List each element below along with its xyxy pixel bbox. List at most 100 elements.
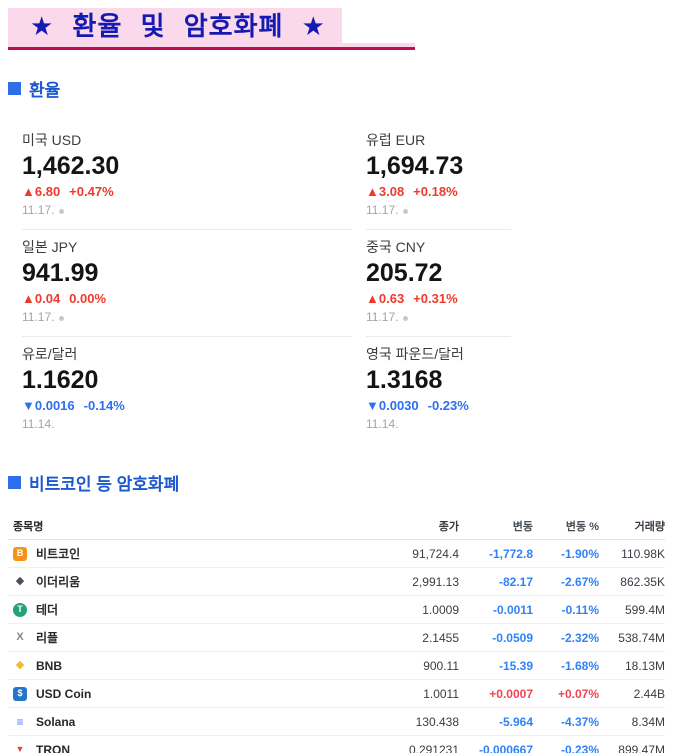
fx-change-pct: 0.00% bbox=[69, 291, 107, 306]
ethereum-icon bbox=[13, 575, 27, 589]
fx-date: 11.17. bbox=[366, 203, 511, 218]
crypto-row-xrp[interactable]: 리플 2.1455 -0.0509 -2.32% 538.74M bbox=[8, 624, 665, 652]
solana-icon bbox=[13, 715, 27, 729]
crypto-volume: 110.98K bbox=[621, 546, 665, 561]
fx-change-diff: ▲3.08 bbox=[366, 184, 405, 199]
tron-icon bbox=[13, 743, 27, 753]
fx-change: ▼0.0030 -0.23% bbox=[366, 397, 511, 414]
crypto-change: -0.0011 bbox=[492, 602, 533, 617]
crypto-volume: 8.34M bbox=[631, 714, 665, 729]
blue-square-icon bbox=[8, 476, 21, 489]
crypto-name: TRON bbox=[36, 742, 70, 753]
xrp-icon bbox=[13, 631, 27, 645]
usdc-icon bbox=[13, 686, 27, 701]
crypto-change: -1,772.8 bbox=[488, 546, 533, 561]
fx-change-pct: -0.23% bbox=[427, 398, 469, 413]
blue-square-icon bbox=[8, 82, 21, 95]
fx-pair-name: 유로/달러 bbox=[22, 346, 78, 362]
crypto-row-solana[interactable]: Solana 130.438 -5.964 -4.37% 8.34M bbox=[8, 708, 665, 736]
crypto-change-pct: -4.37% bbox=[560, 714, 599, 729]
crypto-change-pct: -2.32% bbox=[560, 630, 599, 645]
crypto-table-header: 종목명 종가 변동 변동 % 거래량 bbox=[8, 513, 665, 540]
fx-pair-name: 중국 CNY bbox=[366, 239, 426, 255]
fx-change: ▲0.04 0.00% bbox=[22, 290, 352, 307]
fx-change-diff: ▼0.0030 bbox=[366, 398, 419, 413]
fx-change-pct: -0.14% bbox=[83, 398, 125, 413]
fx-quote-cny[interactable]: 중국 CNY 205.72 ▲0.63 +0.31% 11.17. bbox=[366, 229, 511, 336]
crypto-volume: 599.4M bbox=[624, 602, 665, 617]
fx-quote-eur[interactable]: 유럽 EUR 1,694.73 ▲3.08 +0.18% 11.17. bbox=[366, 123, 511, 229]
crypto-volume: 18.13M bbox=[624, 658, 665, 673]
crypto-name: 테더 bbox=[36, 603, 59, 617]
crypto-row-bitcoin[interactable]: 비트코인 91,724.4 -1,772.8 -1.90% 110.98K bbox=[8, 540, 665, 568]
market-status-dot-icon bbox=[59, 209, 65, 214]
crypto-row-bnb[interactable]: BNB 900.11 -15.39 -1.68% 18.13M bbox=[8, 652, 665, 680]
crypto-close: 1.0009 bbox=[422, 602, 459, 617]
crypto-change: -0.0509 bbox=[492, 630, 533, 645]
fx-quote-jpy[interactable]: 일본 JPY 941.99 ▲0.04 0.00% 11.17. bbox=[22, 229, 352, 336]
crypto-name: 이더리움 bbox=[36, 575, 81, 589]
crypto-change: -5.964 bbox=[498, 714, 533, 729]
crypto-volume: 2.44B bbox=[633, 686, 665, 701]
fx-change-pct: +0.18% bbox=[413, 184, 458, 199]
crypto-row-usdcoin[interactable]: USD Coin 1.0011 +0.0007 +0.07% 2.44B bbox=[8, 680, 665, 708]
crypto-section-title: 비트코인 등 암호화폐 bbox=[8, 470, 673, 495]
page-title: ★ 환율 및 암호화폐 ★ bbox=[8, 8, 342, 43]
page: ★ 환율 및 암호화폐 ★ 환율 미국 USD 1,462.30 ▲6.80 +0… bbox=[0, 0, 673, 753]
fx-date: 11.17. bbox=[22, 203, 352, 218]
crypto-close: 900.11 bbox=[423, 658, 459, 673]
crypto-name: 리플 bbox=[36, 631, 59, 645]
fx-change-diff: ▲0.63 bbox=[366, 291, 405, 306]
fx-change-pct: +0.31% bbox=[413, 291, 458, 306]
fx-quote-eurusd[interactable]: 유로/달러 1.1620 ▼0.0016 -0.14% 11.14. bbox=[22, 336, 352, 443]
fx-quote-gbpusd[interactable]: 영국 파운드/달러 1.3168 ▼0.0030 -0.23% 11.14. bbox=[366, 336, 511, 443]
crypto-volume: 538.74M bbox=[618, 630, 665, 645]
fx-quote-grid: 미국 USD 1,462.30 ▲6.80 +0.47% 11.17. 유럽 EU… bbox=[22, 123, 673, 443]
fx-date: 11.17. bbox=[366, 310, 511, 325]
crypto-close: 0.291231 bbox=[408, 742, 459, 753]
fx-section-label: 환율 bbox=[29, 81, 61, 100]
fx-price: 1.3168 bbox=[366, 366, 443, 394]
header-volume: 거래량 bbox=[634, 521, 665, 533]
fx-pair-name: 유럽 EUR bbox=[366, 132, 426, 148]
crypto-change: +0.0007 bbox=[489, 686, 533, 701]
header-close: 종가 bbox=[438, 521, 459, 533]
market-status-dot-icon bbox=[403, 209, 409, 214]
header-change: 변동 bbox=[512, 521, 533, 533]
crypto-name: Solana bbox=[36, 714, 76, 729]
crypto-change-pct: -0.23% bbox=[560, 742, 599, 753]
crypto-change-pct: -1.90% bbox=[560, 546, 599, 561]
crypto-close: 91,724.4 bbox=[412, 546, 459, 561]
fx-date: 11.17. bbox=[22, 310, 352, 325]
crypto-close: 2.1455 bbox=[422, 630, 459, 645]
tether-icon bbox=[13, 602, 27, 617]
crypto-close: 1.0011 bbox=[423, 686, 459, 701]
fx-date: 11.14. bbox=[22, 417, 55, 431]
fx-section-title: 환율 bbox=[8, 76, 673, 101]
fx-price: 941.99 bbox=[22, 259, 99, 287]
crypto-change-pct: -1.68% bbox=[560, 658, 599, 673]
fx-price: 1,694.73 bbox=[366, 152, 464, 180]
crypto-change-pct: +0.07% bbox=[557, 686, 599, 701]
fx-pair-name: 미국 USD bbox=[22, 132, 82, 148]
fx-change: ▲3.08 +0.18% bbox=[366, 183, 511, 200]
crypto-table: 종목명 종가 변동 변동 % 거래량 비트코인 91,724.4 -1,772.… bbox=[8, 513, 665, 753]
fx-pair-name: 영국 파운드/달러 bbox=[366, 346, 464, 362]
fx-change-diff: ▲6.80 bbox=[22, 184, 61, 199]
crypto-section-label: 비트코인 등 암호화폐 bbox=[29, 475, 180, 494]
market-status-dot-icon bbox=[59, 316, 65, 321]
crypto-change: -0.000667 bbox=[478, 742, 533, 753]
crypto-row-tether[interactable]: 테더 1.0009 -0.0011 -0.11% 599.4M bbox=[8, 596, 665, 624]
crypto-row-tron[interactable]: TRON 0.291231 -0.000667 -0.23% 899.47M bbox=[8, 736, 665, 753]
fx-quote-usd[interactable]: 미국 USD 1,462.30 ▲6.80 +0.47% 11.17. bbox=[22, 123, 352, 229]
fx-change-pct: +0.47% bbox=[69, 184, 114, 199]
title-underline bbox=[8, 43, 415, 50]
header-name: 종목명 bbox=[13, 521, 44, 533]
crypto-volume: 899.47M bbox=[618, 742, 665, 753]
crypto-change: -15.39 bbox=[498, 658, 533, 673]
header-change-pct: 변동 % bbox=[565, 521, 599, 533]
page-header: ★ 환율 및 암호화폐 ★ bbox=[8, 8, 673, 50]
bitcoin-icon bbox=[13, 546, 27, 561]
fx-change: ▼0.0016 -0.14% bbox=[22, 397, 352, 414]
crypto-row-ethereum[interactable]: 이더리움 2,991.13 -82.17 -2.67% 862.35K bbox=[8, 568, 665, 596]
